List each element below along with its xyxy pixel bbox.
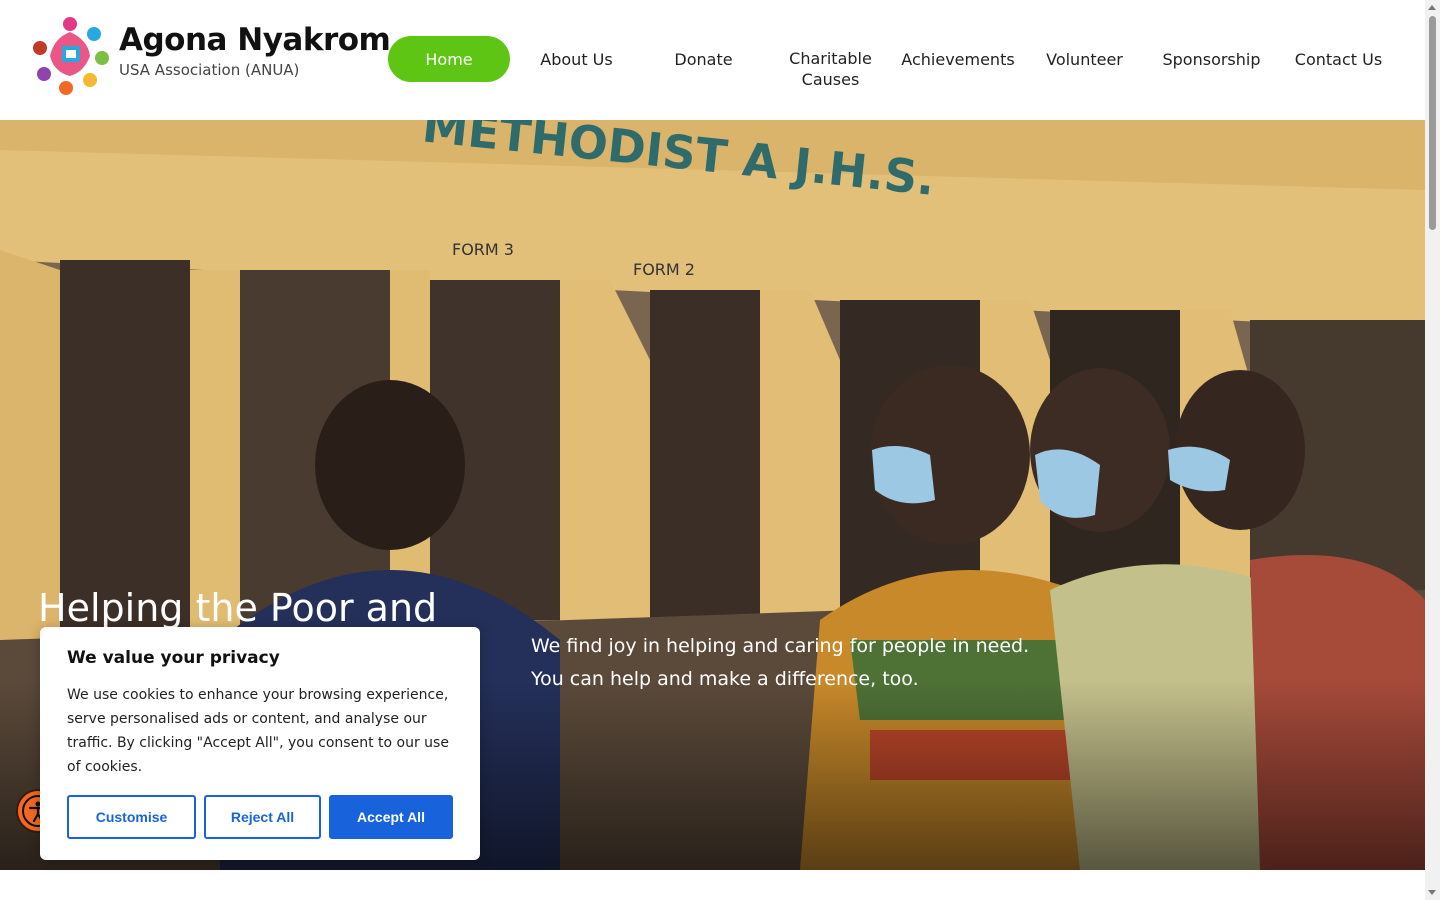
scroll-thumb[interactable] xyxy=(1429,16,1436,230)
scroll-up-arrow-icon[interactable] xyxy=(1428,5,1436,10)
hero-heading: Helping the Poor and xyxy=(38,586,438,630)
hero-text: We find joy in helping and caring for pe… xyxy=(531,630,1029,696)
nav-sponsorship[interactable]: Sponsorship xyxy=(1153,36,1270,82)
nav-charitable-causes[interactable]: Charitable Causes xyxy=(772,36,889,104)
accept-all-button[interactable]: Accept All xyxy=(329,795,453,839)
hero-text-line-1: We find joy in helping and caring for pe… xyxy=(531,635,1030,657)
cookie-description: We use cookies to enhance your browsing … xyxy=(67,687,449,775)
anua-logo[interactable] xyxy=(24,10,116,102)
room-label: FORM 3 xyxy=(452,240,514,259)
brand-subtitle[interactable]: USA Association (ANUA) xyxy=(119,61,299,79)
page-scrollbar[interactable] xyxy=(1425,0,1440,900)
cookie-banner: We value your privacy We use cookies to … xyxy=(40,627,480,860)
site-header: Agona Nyakrom USA Association (ANUA) Hom… xyxy=(0,0,1425,120)
nav-contact-us[interactable]: Contact Us xyxy=(1280,36,1397,82)
nav-home[interactable]: Home xyxy=(388,36,510,82)
nav-achievements[interactable]: Achievements xyxy=(896,36,1020,82)
customise-button[interactable]: Customise xyxy=(67,795,196,839)
brand-title[interactable]: Agona Nyakrom xyxy=(119,22,391,58)
scroll-down-arrow-icon[interactable] xyxy=(1428,890,1436,895)
hero-text-line-2: You can help and make a difference, too. xyxy=(531,668,919,690)
room-label: FORM 2 xyxy=(633,260,695,279)
nav-donate[interactable]: Donate xyxy=(645,36,762,82)
nav-about-us[interactable]: About Us xyxy=(518,36,635,82)
nav-volunteer[interactable]: Volunteer xyxy=(1026,36,1143,82)
reject-all-button[interactable]: Reject All xyxy=(204,795,321,839)
cookie-title: We value your privacy xyxy=(67,648,280,668)
